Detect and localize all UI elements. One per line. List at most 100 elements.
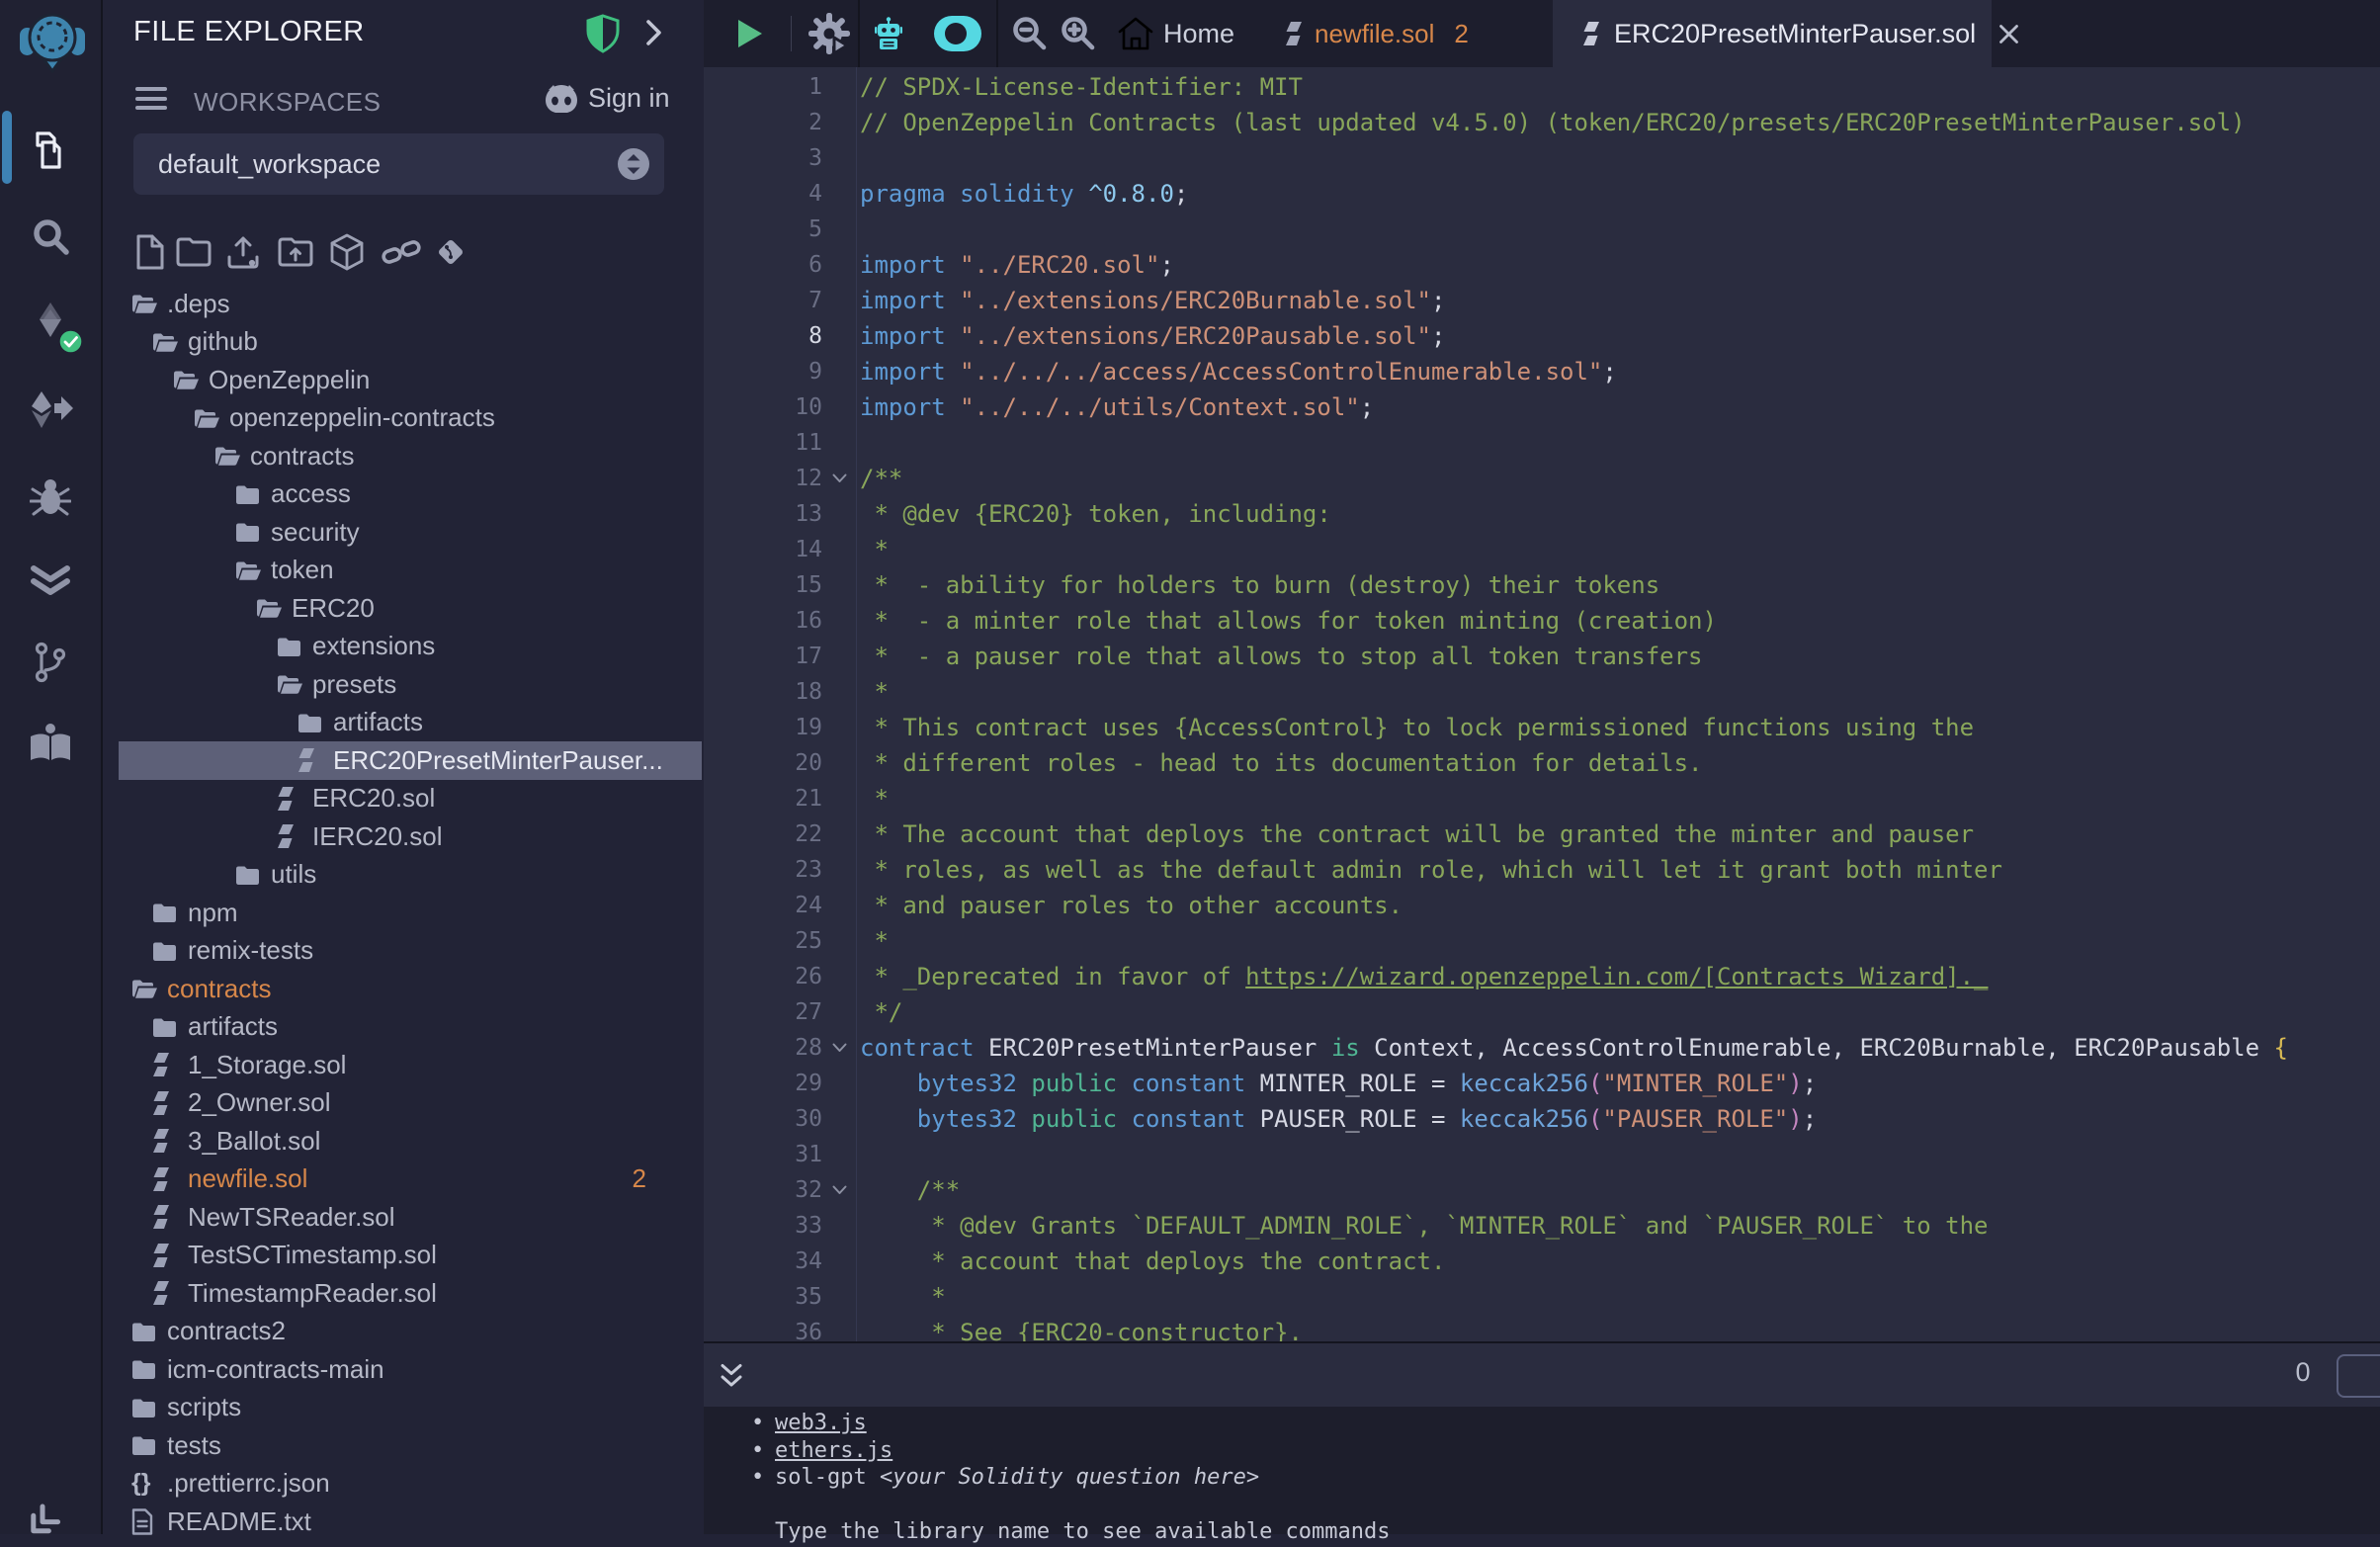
upload-file-icon[interactable] [225, 234, 261, 270]
tree-item-ierc20-sol[interactable]: IERC20.sol [103, 817, 702, 856]
tree-item-github[interactable]: github [103, 323, 702, 362]
tree-item-3-ballot-sol[interactable]: 3_Ballot.sol [103, 1122, 702, 1160]
tree-item-erc20-sol[interactable]: ERC20.sol [103, 780, 702, 818]
collapse-double-chevron-icon[interactable] [19, 1500, 66, 1547]
ai-copilot-robot-icon[interactable] [874, 0, 903, 67]
code-editor[interactable]: 1// SPDX-License-Identifier: MIT2// Open… [704, 67, 2380, 1341]
sidebar-item-git[interactable] [0, 623, 101, 702]
close-tab-icon[interactable] [1998, 23, 2020, 45]
tree-item-security[interactable]: security [103, 513, 702, 552]
sidebar-item-file-explorer[interactable] [0, 111, 101, 190]
tree-item-erc20[interactable]: ERC20 [103, 589, 702, 628]
line-number: 17 [704, 639, 822, 674]
terminal-search-input[interactable] [2337, 1354, 2380, 1398]
tree-item-openzeppelin-contracts[interactable]: openzeppelin-contracts [103, 399, 702, 438]
remix-logo-icon[interactable] [18, 8, 87, 73]
solidity-file-icon [1582, 21, 1600, 46]
tree-item-token[interactable]: token [103, 552, 702, 590]
tree-item-label: contracts [250, 441, 355, 472]
code-text: * @dev Grants `DEFAULT_ADMIN_ROLE`, `MIN… [856, 1208, 1989, 1244]
code-text [856, 140, 860, 176]
sidebar-item-deploy-run[interactable] [0, 372, 101, 451]
sidebar-item-learneth[interactable] [0, 704, 101, 783]
code-text: /** [856, 461, 902, 496]
tree-item-scripts[interactable]: scripts [103, 1389, 702, 1427]
file-tree: .depsgithubOpenZeppelinopenzeppelin-cont… [103, 285, 702, 1540]
tree-item-remix-tests[interactable]: remix-tests [103, 932, 702, 971]
workspace-select[interactable]: default_workspace [133, 133, 664, 195]
tree-item-artifacts[interactable]: artifacts [103, 704, 702, 742]
tree-item--deps[interactable]: .deps [103, 285, 702, 323]
link-icon[interactable] [382, 236, 421, 268]
zoom-out-icon[interactable] [1010, 0, 1048, 67]
terminal-link[interactable]: ethers.js [775, 1438, 892, 1463]
tree-item-1-storage-sol[interactable]: 1_Storage.sol [103, 1046, 702, 1084]
tree-item-icm-contracts-main[interactable]: icm-contracts-main [103, 1350, 702, 1389]
code-line: 26 * _Deprecated in favor of https://wiz… [704, 959, 2380, 994]
tree-item-presets[interactable]: presets [103, 665, 702, 704]
sidebar-item-solidity-unit-testing[interactable] [0, 542, 101, 621]
tab-erc20presetminterpauser[interactable]: ERC20PresetMinterPauser.sol [1553, 0, 1992, 67]
line-number: 19 [704, 710, 822, 745]
tree-item-2-owner-sol[interactable]: 2_Owner.sol [103, 1084, 702, 1123]
tree-item-access[interactable]: access [103, 475, 702, 514]
file-toolbar [103, 225, 702, 279]
code-line: 13 * @dev {ERC20} token, including: [704, 496, 2380, 532]
code-line: 5 [704, 212, 2380, 247]
run-script-button[interactable] [736, 0, 764, 67]
cube-icon[interactable] [329, 233, 365, 271]
line-number: 25 [704, 923, 822, 959]
tree-item-label: access [271, 478, 351, 509]
tree-item-contracts2[interactable]: contracts2 [103, 1313, 702, 1351]
new-folder-icon[interactable] [176, 236, 212, 268]
workspaces-menu-icon[interactable] [135, 87, 167, 116]
tree-item--prettierrc-json[interactable]: {}.prettierrc.json [103, 1465, 702, 1504]
zoom-in-icon[interactable] [1059, 0, 1096, 67]
tree-item-npm[interactable]: npm [103, 894, 702, 932]
tree-item-contracts[interactable]: contracts [103, 970, 702, 1008]
code-line: 4pragma solidity ^0.8.0; [704, 176, 2380, 212]
sidebar-item-search[interactable] [0, 198, 101, 277]
line-number: 9 [704, 354, 822, 389]
fold-icon[interactable] [822, 1172, 856, 1208]
code-line: 24 * and pauser roles to other accounts. [704, 888, 2380, 923]
expand-terminal-icon[interactable] [718, 1361, 745, 1391]
chevron-right-icon[interactable] [642, 18, 664, 47]
code-line: 3 [704, 140, 2380, 176]
tab-newfile[interactable]: newfile.sol 2 [1253, 0, 1542, 67]
script-config-gear-icon[interactable] [806, 0, 853, 67]
tree-item-newtsreader-sol[interactable]: NewTSReader.sol [103, 1198, 702, 1237]
new-file-icon[interactable] [135, 234, 165, 270]
tree-item-artifacts[interactable]: artifacts [103, 1008, 702, 1047]
tab-home[interactable]: Home [1118, 0, 1234, 67]
tree-item-label: contracts2 [167, 1316, 286, 1346]
tree-item-contracts[interactable]: contracts [103, 437, 702, 475]
code-line: 18 * [704, 674, 2380, 710]
tab-modified-badge: 2 [1454, 19, 1468, 49]
github-sign-in[interactable]: Sign in [544, 83, 670, 114]
git-diamond-icon[interactable] [434, 235, 468, 269]
terminal-link[interactable]: web3.js [775, 1411, 867, 1435]
tree-item-extensions[interactable]: extensions [103, 628, 702, 666]
tree-item-testsctimestamp-sol[interactable]: TestSCTimestamp.sol [103, 1237, 702, 1275]
tree-item-openzeppelin[interactable]: OpenZeppelin [103, 361, 702, 399]
tree-item-label: 2_Owner.sol [188, 1087, 331, 1118]
tree-item-readme-txt[interactable]: README.txt [103, 1503, 702, 1540]
tree-item-newfile-sol[interactable]: newfile.sol2 [103, 1160, 702, 1199]
code-line: 31 [704, 1137, 2380, 1172]
tree-item-timestampreader-sol[interactable]: TimestampReader.sol [103, 1274, 702, 1313]
workspace-selector-icon [617, 147, 650, 181]
bullet: • [751, 1437, 775, 1465]
tree-item-utils[interactable]: utils [103, 856, 702, 895]
upload-folder-icon[interactable] [278, 236, 313, 268]
tree-item-tests[interactable]: tests [103, 1426, 702, 1465]
fold-icon[interactable] [822, 461, 856, 496]
line-number: 36 [704, 1315, 822, 1341]
sidebar-item-debugger[interactable] [0, 457, 101, 536]
tree-item-erc20presetminterpauser-[interactable]: ERC20PresetMinterPauser... [103, 741, 702, 780]
sidebar-item-solidity-compiler[interactable] [0, 285, 101, 364]
code-line: 11 [704, 425, 2380, 461]
fold-icon[interactable] [822, 1030, 856, 1066]
line-number: 5 [704, 212, 822, 247]
ai-copilot-toggle[interactable] [934, 16, 981, 51]
